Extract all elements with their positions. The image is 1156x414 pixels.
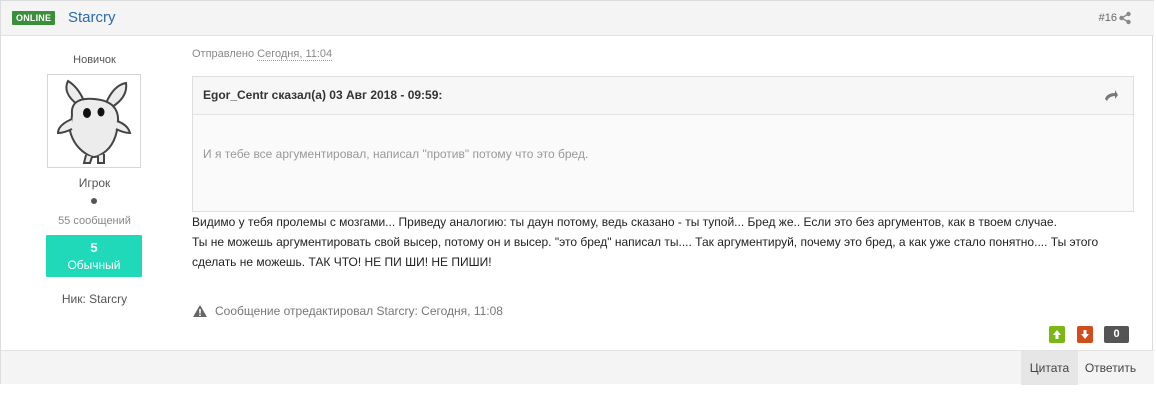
vote-up-button[interactable] xyxy=(1049,326,1065,343)
edit-note: Сообщение отредактировал Starcry: Сегодн… xyxy=(192,304,503,318)
post-number-link[interactable]: #16 xyxy=(1099,12,1117,24)
post-body-line: Видимо у тебя пролемы с мозгами... Приве… xyxy=(192,215,1057,229)
posted-date: Сегодня, 11:04 xyxy=(257,48,333,61)
arrow-down-icon xyxy=(1081,330,1089,339)
share-icon[interactable] xyxy=(1118,11,1132,25)
post-header: ONLINE Starcry #16 xyxy=(1,0,1154,36)
post-body-line: Ты не можешь аргументировать свой высер,… xyxy=(192,235,1099,249)
posted-date-line: Отправлено Сегодня, 11:04 xyxy=(192,48,333,61)
avatar[interactable] xyxy=(47,74,141,168)
reputation-value: 5 xyxy=(90,240,98,255)
arrow-up-icon xyxy=(1053,330,1061,339)
avatar-image xyxy=(56,79,132,164)
reputation-label: Обычный xyxy=(67,258,121,272)
author-name-link[interactable]: Starcry xyxy=(68,9,116,26)
rank-pip xyxy=(91,198,97,204)
reply-button[interactable]: Ответить xyxy=(1078,351,1143,385)
edit-note-text: Сообщение отредактировал Starcry: Сегодн… xyxy=(215,304,503,318)
quote-block: Egor_Centr сказал(а) 03 Авг 2018 - 09:59… xyxy=(192,76,1134,212)
post-body-line: сделать не можешь. ТАК ЧТО! НЕ ПИ ШИ! НЕ… xyxy=(192,255,492,269)
online-badge: ONLINE xyxy=(12,11,56,25)
vote-down-button[interactable] xyxy=(1077,326,1093,343)
author-panel: Новичок Игрок 55 сообщений 5 Обычный Ник… xyxy=(1,36,188,350)
quote-text: И я тебе все аргументировал, написал "пр… xyxy=(203,147,589,161)
member-rank: Игрок xyxy=(78,176,111,190)
reputation-box: 5 Обычный xyxy=(46,235,142,277)
posted-prefix: Отправлено xyxy=(192,48,255,60)
post-count: 55 сообщений xyxy=(58,215,131,227)
forum-post: ONLINE Starcry #16 Новичок Игрок 55 сооб… xyxy=(0,0,1154,385)
quote-jump-icon[interactable] xyxy=(1103,89,1119,103)
member-nick: Ник: Starcry xyxy=(61,292,128,306)
quote-citation: Egor_Centr сказал(а) 03 Авг 2018 - 09:59… xyxy=(203,88,443,102)
quote-button[interactable]: Цитата xyxy=(1021,351,1078,385)
member-group: Новичок xyxy=(73,54,116,66)
quote-header: Egor_Centr сказал(а) 03 Авг 2018 - 09:59… xyxy=(193,77,1133,115)
post-body: Видимо у тебя пролемы с мозгами... Приве… xyxy=(192,212,1142,272)
post-footer: Цитата Ответить xyxy=(1,350,1154,385)
warning-icon xyxy=(193,305,207,317)
post-reputation-count: 0 xyxy=(1104,326,1129,343)
